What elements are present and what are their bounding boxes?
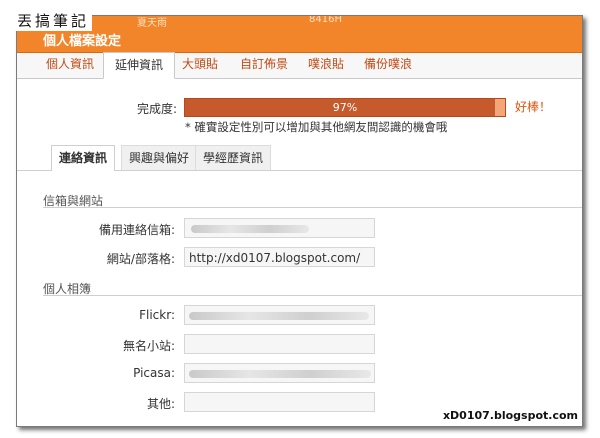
page-title: 個人檔案設定 bbox=[43, 34, 122, 49]
website-field[interactable]: http://xd0107.blogspot.com/ bbox=[184, 247, 375, 267]
tab-personal-info[interactable]: 個人資訊 bbox=[35, 53, 105, 76]
completion-label: 完成度: bbox=[136, 102, 177, 116]
subtab-interests[interactable]: 興趣與偏好 bbox=[121, 145, 198, 170]
completion-progress-bar: 97% bbox=[184, 98, 506, 117]
tab-avatar[interactable]: 大頭貼 bbox=[171, 53, 229, 76]
subtab-contact-info[interactable]: 連絡資訊 bbox=[51, 145, 116, 171]
flickr-field[interactable] bbox=[184, 305, 375, 325]
picasa-label: Picasa: bbox=[133, 366, 175, 380]
faded-title-text: 夏天雨 bbox=[137, 18, 167, 29]
praise-text: 好棒！ bbox=[515, 100, 552, 114]
backup-email-label: 備用連絡信箱: bbox=[98, 223, 175, 237]
tab-backup-plurks[interactable]: 備份噗浪 bbox=[353, 53, 423, 76]
wretch-field[interactable] bbox=[184, 334, 375, 354]
section-divider bbox=[43, 295, 582, 296]
backup-email-field[interactable] bbox=[184, 218, 375, 238]
other-album-field[interactable] bbox=[184, 392, 375, 412]
tab-custom-theme[interactable]: 自訂佈景 bbox=[229, 53, 299, 76]
main-tab-bar: 個人資訊 延伸資訊 大頭貼 自訂佈景 噗浪貼 備份噗浪 bbox=[17, 52, 582, 79]
watermark-logo: 丟搞筆記 bbox=[14, 10, 93, 31]
other-album-label: 其他: bbox=[146, 397, 175, 411]
subtab-education[interactable]: 學經歷資訊 bbox=[195, 145, 272, 170]
watermark-credit: xD0107.blogspot.com bbox=[442, 409, 578, 422]
settings-window: 夏天雨 8416H 個人檔案設定 個人資訊 延伸資訊 大頭貼 自訂佈景 噗浪貼 … bbox=[16, 15, 583, 427]
tab-plurk-stickers[interactable]: 噗浪貼 bbox=[297, 53, 355, 76]
wretch-label: 無名小站: bbox=[122, 339, 175, 353]
picasa-field[interactable] bbox=[184, 363, 375, 383]
tab-extended-info[interactable]: 延伸資訊 bbox=[103, 52, 176, 79]
flickr-label: Flickr: bbox=[139, 308, 175, 322]
blurred-content bbox=[189, 370, 371, 378]
faded-title-text: 8416H bbox=[309, 15, 342, 25]
blurred-content bbox=[191, 225, 309, 233]
completion-hint: * 確實設定性別可以增加與其他網友間認識的機會哦 bbox=[185, 120, 448, 134]
website-label: 網站/部落格: bbox=[106, 252, 175, 266]
sub-tab-bar: 連絡資訊 興趣與偏好 學經歷資訊 bbox=[17, 145, 582, 171]
progress-percent: 97% bbox=[332, 101, 358, 114]
title-bar: 夏天雨 8416H 個人檔案設定 bbox=[17, 16, 582, 53]
blurred-content bbox=[189, 312, 369, 320]
section-divider bbox=[43, 207, 582, 208]
